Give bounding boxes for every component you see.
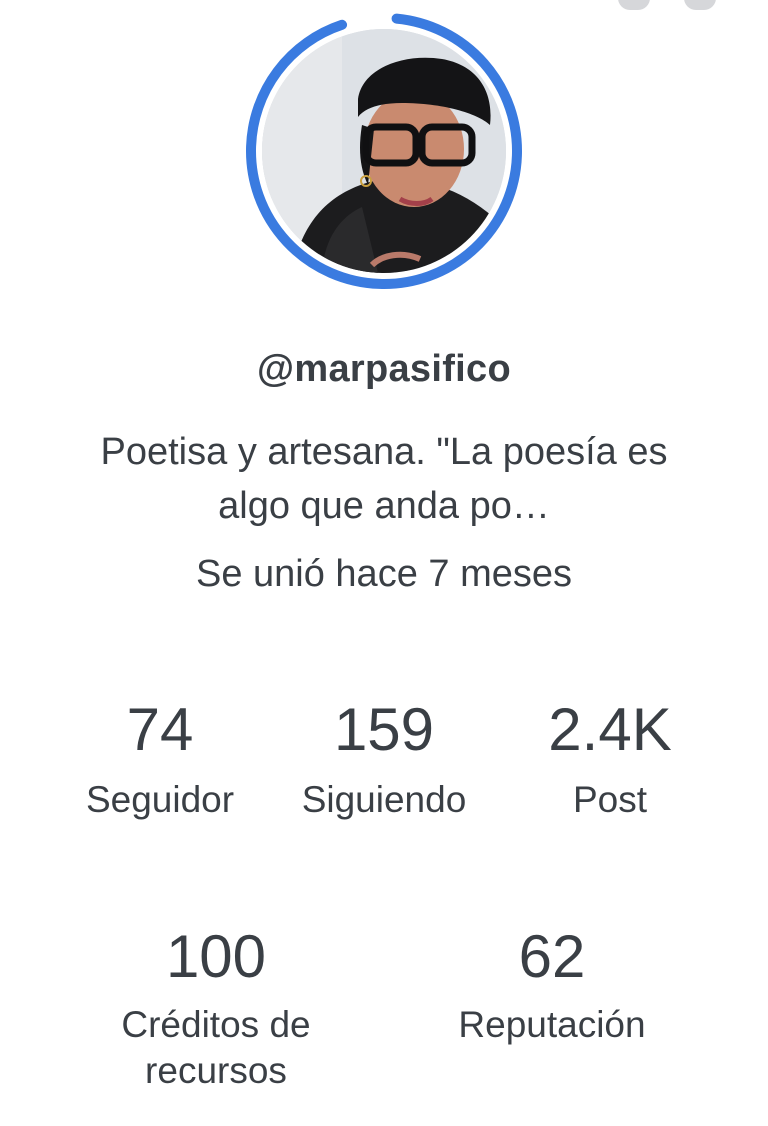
stat-value: 62 [518, 923, 586, 990]
stat-following[interactable]: 159 Siguiendo [274, 695, 494, 823]
stat-value: 2.4K [548, 696, 672, 763]
join-date: Se unió hace 7 meses [195, 553, 572, 595]
stat-followers[interactable]: 74 Seguidor [60, 695, 260, 823]
avatar[interactable] [243, 10, 525, 292]
stat-label: Créditos de recursos [121, 1004, 311, 1091]
stat-resource-credits[interactable]: 100 Créditos de recursos [96, 922, 336, 1094]
username: @marpasifico [257, 348, 511, 390]
top-button-stub[interactable] [618, 0, 650, 10]
stat-label: Reputación [458, 1004, 646, 1045]
stat-reputation[interactable]: 62 Reputación [432, 922, 672, 1048]
stat-value: 159 [333, 696, 435, 763]
stat-posts[interactable]: 2.4K Post [510, 695, 710, 823]
stat-label: Seguidor [85, 779, 235, 820]
avatar-photo [262, 29, 506, 273]
stat-value: 100 [165, 923, 267, 990]
top-button-stub[interactable] [684, 0, 716, 10]
stat-value: 74 [126, 696, 194, 763]
profile-bio[interactable]: Poetisa y artesana. "La poesía es algo q… [84, 425, 684, 533]
stat-label: Post [572, 779, 648, 820]
stat-label: Siguiendo [301, 779, 467, 820]
top-action-stubs [618, 0, 716, 10]
